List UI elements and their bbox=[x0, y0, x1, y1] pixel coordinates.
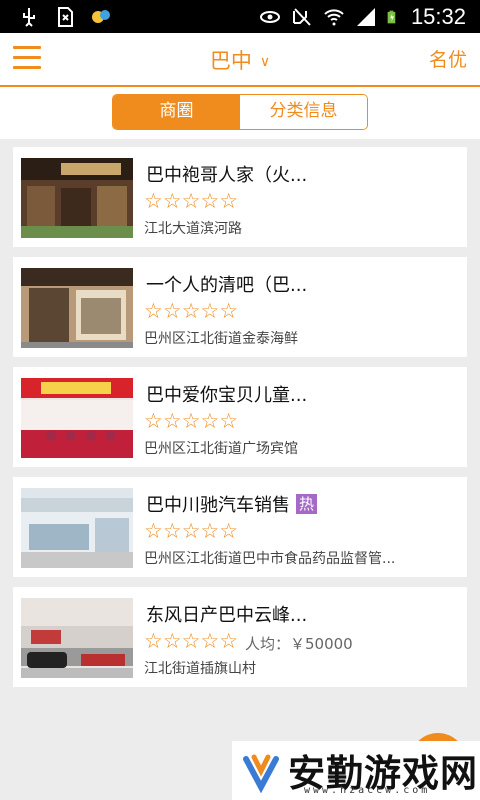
hot-badge: 热 bbox=[296, 494, 318, 514]
store-card[interactable]: 一个人的清吧（巴... ☆☆☆☆☆ 巴州区江北街道金泰海鲜 bbox=[13, 257, 467, 357]
store-card[interactable]: 巴中袍哥人家（火... ☆☆☆☆☆ 江北大道滨河路 bbox=[13, 147, 467, 247]
store-name: 一个人的清吧（巴... bbox=[146, 275, 308, 296]
tab-bar: 商圈 分类信息 bbox=[0, 87, 480, 139]
average-price: 人均：￥50000 bbox=[245, 635, 353, 653]
store-name-text: 巴中川驰汽车销售 bbox=[146, 495, 290, 516]
store-name: 巴中川驰汽车销售热 bbox=[146, 491, 318, 517]
rating-stars: ☆☆☆☆☆ bbox=[144, 519, 239, 543]
store-thumbnail bbox=[21, 488, 133, 568]
clock: 15:32 bbox=[410, 4, 466, 29]
sd-icon bbox=[58, 7, 73, 27]
battery-icon bbox=[387, 10, 396, 24]
store-address: 巴州区江北街道广场宾馆 bbox=[144, 441, 298, 457]
eye-icon bbox=[259, 11, 280, 23]
top-bar: 巴中 ∨ 名优 bbox=[0, 33, 480, 87]
store-card[interactable]: 巴中爱你宝贝儿童... ☆☆☆☆☆ 巴州区江北街道广场宾馆 bbox=[13, 367, 467, 467]
store-address: 巴州区江北街道巴中市食品药品监督管... bbox=[144, 551, 396, 567]
tab-business-district[interactable]: 商圈 bbox=[113, 95, 240, 129]
store-name: 巴中袍哥人家（火... bbox=[146, 165, 308, 186]
status-bar: 15:32 bbox=[0, 0, 480, 33]
city-selector[interactable]: 巴中 ∨ bbox=[0, 45, 480, 75]
store-card[interactable]: 巴中川驰汽车销售热 ☆☆☆☆☆ 巴州区江北街道巴中市食品药品监督管... bbox=[13, 477, 467, 577]
store-card[interactable]: 东风日产巴中云峰... ☆☆☆☆☆ 人均：￥50000 江北街道插旗山村 bbox=[13, 587, 467, 687]
watermark: 安勤游戏网 www.hzaccw.com bbox=[232, 741, 480, 800]
signal-icon bbox=[356, 8, 375, 26]
tab-category-info[interactable]: 分类信息 bbox=[240, 95, 367, 129]
store-name: 巴中爱你宝贝儿童... bbox=[146, 385, 308, 406]
rating-stars: ☆☆☆☆☆ bbox=[144, 409, 239, 433]
store-thumbnail bbox=[21, 598, 133, 678]
rating-stars: ☆☆☆☆☆ bbox=[144, 299, 239, 323]
segmented-control: 商圈 分类信息 bbox=[112, 94, 368, 130]
city-label: 巴中 bbox=[209, 49, 252, 73]
store-name: 东风日产巴中云峰... bbox=[146, 605, 308, 626]
rating-stars: ☆☆☆☆☆ bbox=[144, 629, 239, 653]
store-address: 巴州区江北街道金泰海鲜 bbox=[144, 331, 298, 347]
app-icon bbox=[92, 10, 110, 23]
famous-products-link[interactable]: 名优 bbox=[429, 45, 467, 72]
store-address: 江北大道滨河路 bbox=[144, 221, 242, 237]
watermark-url: www.hzaccw.com bbox=[304, 785, 431, 796]
store-address: 江北街道插旗山村 bbox=[144, 661, 256, 677]
mute-icon bbox=[292, 8, 311, 26]
store-thumbnail bbox=[21, 268, 133, 348]
store-thumbnail bbox=[21, 158, 133, 238]
store-list: 巴中袍哥人家（火... ☆☆☆☆☆ 江北大道滨河路 一个人的清吧（巴... ☆☆… bbox=[13, 147, 467, 697]
wifi-icon bbox=[324, 9, 344, 26]
watermark-logo-icon bbox=[243, 754, 279, 793]
rating-stars: ☆☆☆☆☆ bbox=[144, 189, 239, 213]
chevron-down-icon: ∨ bbox=[259, 54, 271, 70]
usb-icon bbox=[23, 8, 35, 27]
store-thumbnail bbox=[21, 378, 133, 458]
